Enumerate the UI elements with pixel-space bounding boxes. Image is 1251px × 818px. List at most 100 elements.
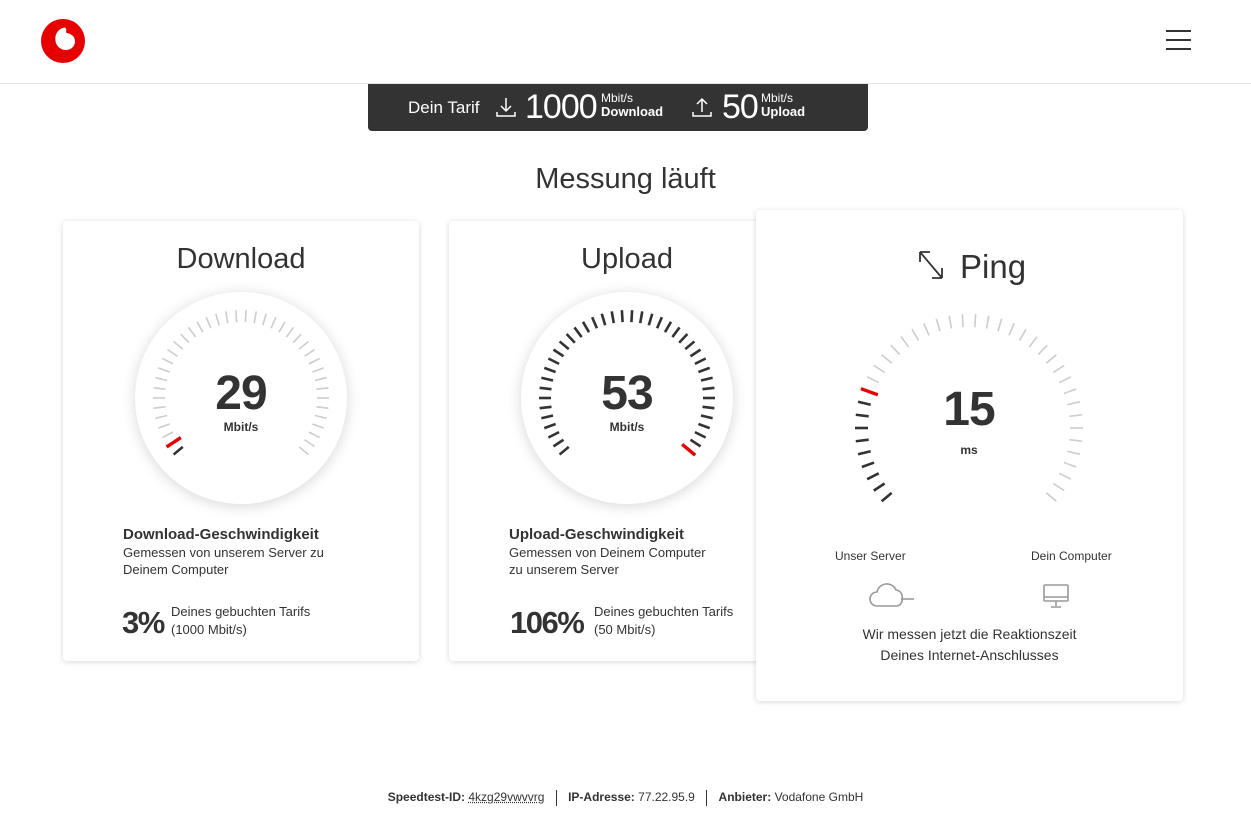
ping-gauge-tick [890,344,901,356]
ping-gauge-tick [880,491,893,503]
ping-gauge-tick [923,323,930,336]
download-percent: 3% [122,605,165,640]
ping-gauge-tick [1058,472,1072,480]
ping-card: Ping 15 ms Unser Server Dein Computer Wi… [756,210,1183,701]
upload-gauge-tick [552,348,565,358]
ping-gauge-tick [935,318,941,332]
upload-gauge-tick [600,313,607,326]
upload-card: Upload 53 Mbit/s Upload-Geschwindigkeit … [449,221,805,661]
ping-title: Ping [960,248,1027,285]
ping-gauge-tick [974,314,977,328]
upload-value: 53 [601,367,653,420]
ping-gauge-tick [861,461,875,469]
tarif-upload-unit: Mbit/s Upload [761,91,806,119]
download-gauge-tick [308,357,320,365]
download-gauge-tick [278,321,286,333]
header [0,0,1251,84]
download-icon [496,98,516,117]
download-gauge-tick [173,340,184,350]
ping-gauge-tick [1052,364,1065,374]
upload-gauge-tick [552,438,565,448]
ping-gauge-tick [900,336,910,348]
upload-gauge-tick [671,326,681,338]
footer-divider [555,790,557,806]
upload-gauge-tick [581,321,591,333]
provider-value: Vodafone GmbH [774,790,864,805]
upload-gauge-tick [638,311,644,324]
download-gauge-tick [253,311,258,324]
download-gauge-tick [205,316,212,329]
ping-unit: ms [960,443,978,457]
download-gauge-tick [172,445,184,456]
upload-gauge-tick [590,316,599,329]
upload-gauge-tick [663,321,673,333]
download-gauge-tick [196,321,204,333]
ping-gauge-tick [873,364,886,374]
ping-gauge-tick [1008,323,1015,336]
cloud-server-icon [869,583,914,607]
download-card: Download 29 Mbit/s Download-Geschwindigk… [63,221,419,661]
upload-gauge-tick [689,348,702,358]
upload-gauge-tick [565,333,576,344]
download-gauge-tick [262,313,268,326]
upload-unit: Mbit/s [609,420,645,434]
upload-gauge-tick [573,326,583,338]
ping-gauge-tick [866,472,880,481]
ping-gauge-tick [961,314,964,328]
download-gauge-marker [165,436,182,449]
upload-desc-title: Upload-Geschwindigkeit [509,526,685,543]
upload-gauge-tick [620,310,624,323]
download-gauge-tick [298,340,309,350]
ping-value: 15 [943,383,995,436]
server-label: Unser Server [835,549,906,563]
vodafone-logo-icon[interactable] [40,18,86,64]
ping-gauge-tick [1028,336,1038,348]
download-gauge-tick [270,316,277,329]
ping-header: Ping [756,246,1183,286]
upload-gauge-marker [681,442,697,457]
ping-gauge-tick [985,315,990,329]
upload-gauge-tick [694,357,707,366]
hamburger-menu-icon[interactable] [1166,28,1194,52]
tarif-label: Dein Tarif [408,98,480,117]
upload-desc-text: Gemessen von Deinem Computer zu unserem … [509,545,706,577]
upload-gauge-tick [647,313,654,326]
ping-gauge-tick [1063,461,1077,468]
ping-gauge-tick [1045,492,1057,502]
download-gauge-tick [235,310,238,323]
download-gauge-tick [304,439,315,448]
speedtest-id-value[interactable]: 4kzg29vwvvrg [468,790,544,804]
download-gauge-tick [187,326,197,338]
ping-arrows-icon [919,251,943,279]
footer-divider [706,790,708,806]
tarif-upload-value: 50 [722,88,759,126]
upload-icon [692,97,712,117]
download-gauge-tick [180,333,190,344]
footer: Speedtest-ID: 4kzg29vwvvrg IP-Adresse: 7… [0,790,1251,806]
upload-gauge-tick [655,316,664,329]
ping-gauge-tick [1052,482,1065,492]
ping-gauge-tick [1018,328,1027,341]
upload-gauge-tick [678,333,689,344]
status-title: Messung läuft [535,163,716,195]
upload-percent-text: Deines gebuchten Tarifs (50 Mbit/s) [594,604,734,637]
upload-gauge-tick [558,445,570,456]
download-unit: Mbit/s [223,420,259,434]
ip-label: IP-Adresse: [568,790,635,805]
download-desc-text: Gemessen von unserem Server zu Deinem Co… [123,545,324,577]
download-desc-title: Download-Geschwindigkeit [123,526,319,543]
tarif-download-unit: Mbit/s Download [601,91,664,119]
download-gauge-tick [162,357,174,365]
ping-gauge-tick [855,438,869,443]
upload-gauge-tick [689,438,702,448]
upload-gauge-tick [630,310,634,323]
download-gauge-tick [214,313,220,326]
upload-percent: 106% [510,605,585,640]
ping-gauge-tick [948,315,953,329]
download-title: Download [176,243,306,275]
speedtest-id-label: Speedtest-ID: [387,790,466,805]
upload-gauge-tick [547,357,560,366]
tarif-bar: Dein Tarif 1000 Mbit/s Download 50 Mbit/… [368,84,868,131]
tarif-download-value: 1000 [525,88,598,126]
download-gauge-tick [298,446,309,456]
